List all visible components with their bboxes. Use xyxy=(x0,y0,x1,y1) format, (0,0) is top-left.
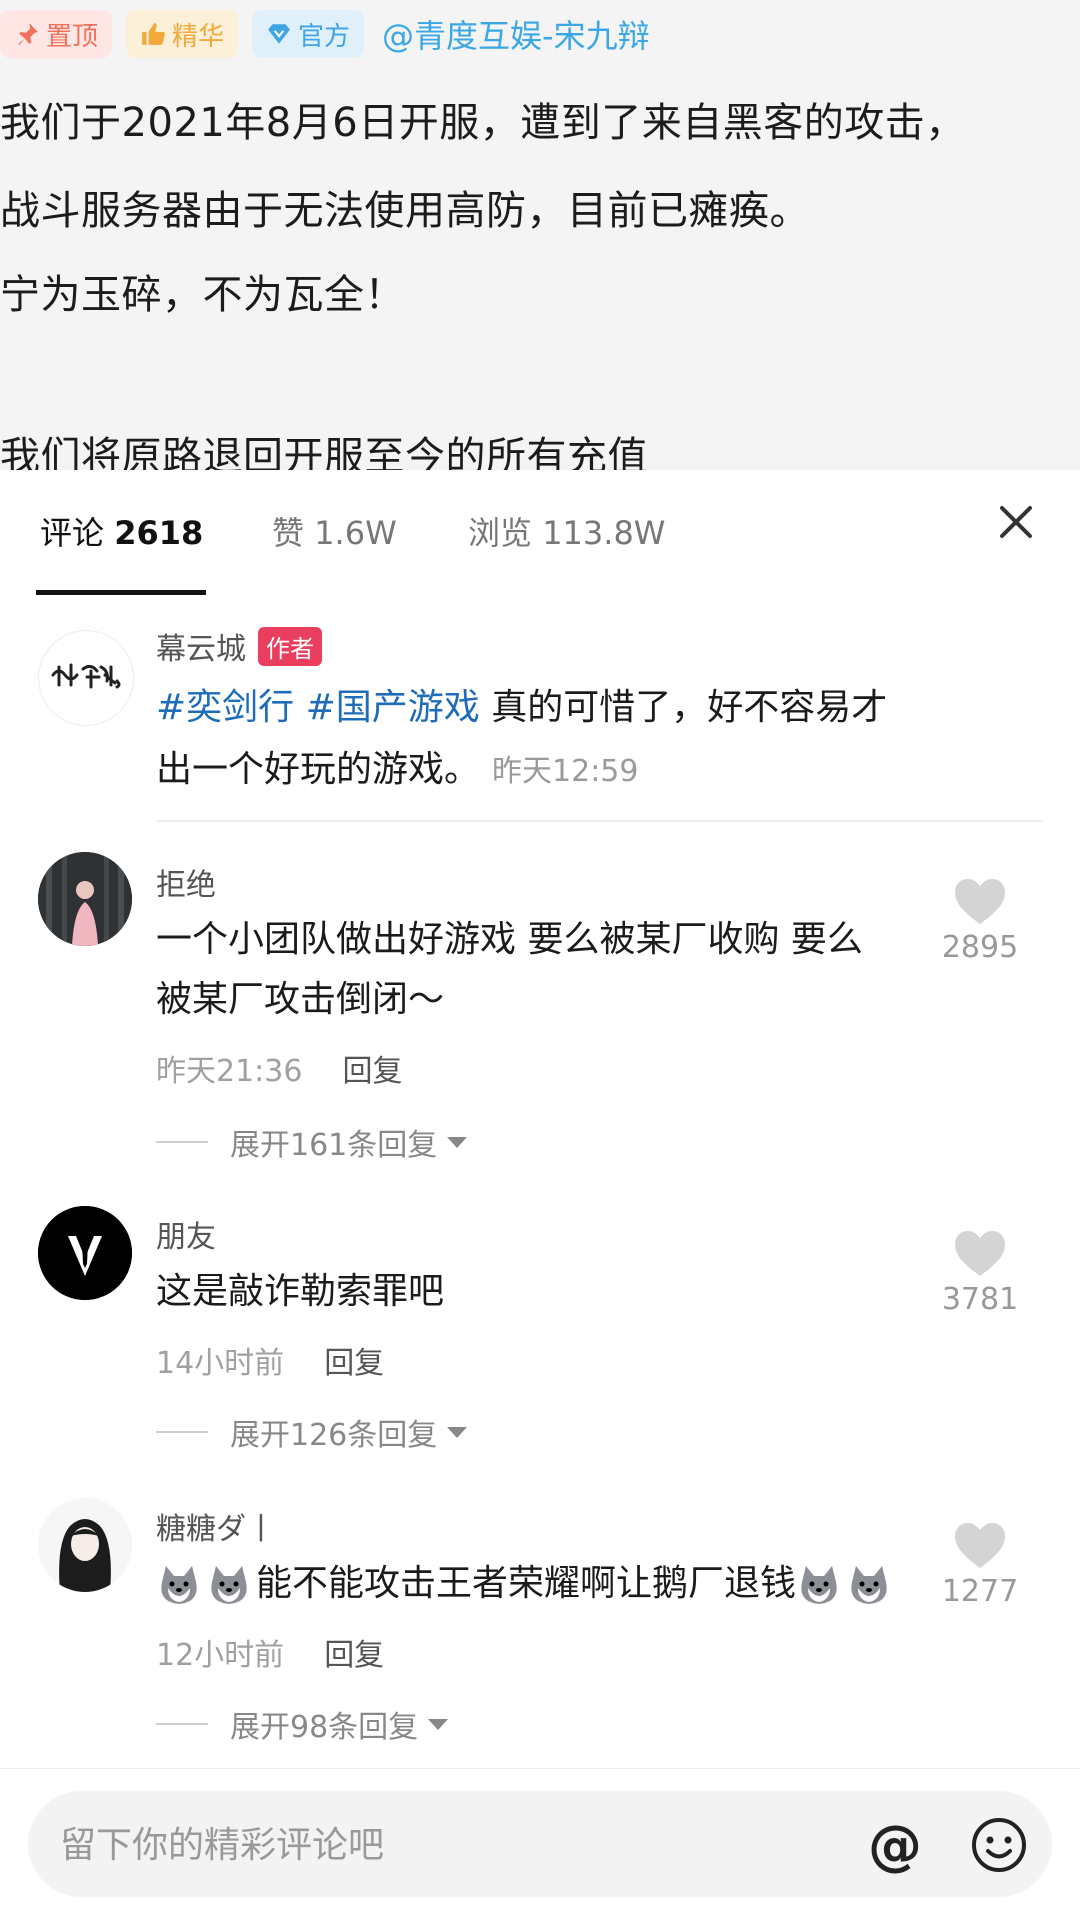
chevron-down-icon xyxy=(447,1136,468,1148)
avatar[interactable] xyxy=(38,1206,132,1300)
doge-emoji-icon xyxy=(851,1566,887,1604)
featured-label: 精华 xyxy=(172,21,225,52)
divider-dash xyxy=(156,1431,208,1433)
stats-bar: 评论 2618 赞 1.6W 浏览 113.8W xyxy=(0,470,1080,595)
comment-author[interactable]: 幕云城 作者 xyxy=(156,624,322,668)
like-count: 3781 xyxy=(941,1282,1019,1317)
tab-comments[interactable]: 评论 2618 xyxy=(40,508,203,554)
post-content: 置顶 精华 官方 @青度互娱-宋九辩 我们于2021年8月6日开服，遭到了来自黑… xyxy=(0,0,1080,470)
like-count: 1277 xyxy=(941,1574,1019,1609)
avatar[interactable] xyxy=(38,630,134,726)
pinned-label: 置顶 xyxy=(46,21,99,52)
comment-text: 一个小团队做出好游戏 要么被某厂收购 要么 xyxy=(156,919,863,960)
divider-dash xyxy=(156,1723,208,1725)
comment-text: #奕剑行 #国产游戏 真的可惜了，好不容易才 xyxy=(156,687,888,728)
expand-replies-button[interactable]: 展开126条回复 xyxy=(156,1410,468,1454)
active-tab-indicator xyxy=(36,590,206,595)
heart-icon xyxy=(955,879,1005,924)
featured-tag: 精华 xyxy=(126,10,239,58)
comment-meta: 昨天21:36 回复 xyxy=(156,1046,402,1090)
comment-time: 12小时前 xyxy=(156,1638,285,1673)
reply-button[interactable]: 回复 xyxy=(342,1054,402,1089)
hashtag-link[interactable]: #国产游戏 xyxy=(306,687,480,728)
post-tags: 置顶 精华 官方 @青度互娱-宋九辩 xyxy=(0,8,650,60)
reply-button[interactable]: 回复 xyxy=(324,1346,384,1381)
avatar[interactable] xyxy=(38,1498,132,1592)
comment-time: 昨天21:36 xyxy=(156,1054,303,1089)
comment-meta: 12小时前 回复 xyxy=(156,1630,384,1674)
doge-emoji-icon xyxy=(161,1566,197,1604)
divider-dash xyxy=(156,1141,208,1143)
heart-icon xyxy=(955,1523,1005,1568)
comment-time: 昨天12:59 xyxy=(492,754,639,789)
expand-replies-button[interactable]: 展开98条回复 xyxy=(156,1702,449,1746)
pinned-tag: 置顶 xyxy=(0,10,113,58)
comment-time: 14小时前 xyxy=(156,1346,285,1381)
divider xyxy=(156,820,1042,822)
like-button[interactable]: 3781 xyxy=(920,1230,1040,1317)
official-tag: 官方 xyxy=(252,10,365,58)
comment-input[interactable] xyxy=(58,1791,842,1899)
pin-icon xyxy=(18,23,38,45)
chevron-down-icon xyxy=(447,1426,468,1438)
comment-text: 被某厂攻击倒闭～ xyxy=(156,979,445,1020)
author-badge: 作者 xyxy=(258,626,322,666)
avatar[interactable] xyxy=(38,852,132,946)
reply-button[interactable]: 回复 xyxy=(324,1638,384,1673)
doge-emoji-icon xyxy=(801,1566,837,1604)
thumbs-up-icon xyxy=(142,23,165,45)
doge-emoji-icon xyxy=(211,1566,247,1604)
comment-text: 能不能攻击王者荣耀啊让鹅厂退钱 xyxy=(156,1554,896,1614)
comment-sheet: 评论 2618 赞 1.6W 浏览 113.8W 幕云城 作者 #奕剑行 #国产… xyxy=(0,470,1080,1920)
post-text-line: 战斗服务器由于无法使用高防，目前已瘫痪。 xyxy=(0,188,810,234)
like-count: 2895 xyxy=(941,930,1019,965)
comment-author[interactable]: 糖糖ダ丨 xyxy=(156,1504,276,1548)
tab-views[interactable]: 浏览 113.8W xyxy=(468,508,665,554)
photo-avatar xyxy=(38,852,132,946)
official-label: 官方 xyxy=(298,21,351,52)
heart-icon xyxy=(955,1231,1005,1276)
calligraphy-logo-icon xyxy=(51,663,121,689)
hashtag-link[interactable]: #奕剑行 xyxy=(156,687,294,728)
comment-text: 出一个好玩的游戏。 昨天12:59 xyxy=(156,749,639,790)
anime-girl-avatar xyxy=(38,1498,132,1592)
comment-input-container: @ xyxy=(28,1791,1052,1899)
like-button[interactable]: 1277 xyxy=(920,1522,1040,1609)
comment-author[interactable]: 朋友 xyxy=(156,1212,216,1256)
post-text-line: 我们于2021年8月6日开服，遭到了来自黑客的攻击， xyxy=(0,100,966,146)
close-icon[interactable] xyxy=(992,498,1040,546)
comment-input-bar: @ xyxy=(0,1768,1080,1921)
comment-meta: 14小时前 回复 xyxy=(156,1338,384,1382)
like-button[interactable]: 2895 xyxy=(920,878,1040,965)
author-mention-link[interactable]: @青度互娱-宋九辩 xyxy=(382,11,650,57)
suit-avatar xyxy=(38,1206,132,1300)
comment-text: 这是敲诈勒索罪吧 xyxy=(156,1271,445,1312)
emoji-icon[interactable] xyxy=(970,1816,1028,1874)
post-text-line: 宁为玉碎，不为瓦全！ xyxy=(0,272,405,318)
comment-text-body: 能不能攻击王者荣耀啊让鹅厂退钱 xyxy=(256,1563,797,1604)
diamond-heart-icon xyxy=(268,24,290,44)
comment-author[interactable]: 拒绝 xyxy=(156,860,216,904)
mention-button[interactable]: @ xyxy=(864,1815,926,1877)
expand-replies-button[interactable]: 展开161条回复 xyxy=(156,1120,468,1164)
chevron-down-icon xyxy=(428,1718,449,1730)
tab-likes[interactable]: 赞 1.6W xyxy=(272,508,397,554)
post-text-line: 我们将原路退回开服至今的所有充值 xyxy=(0,434,648,470)
